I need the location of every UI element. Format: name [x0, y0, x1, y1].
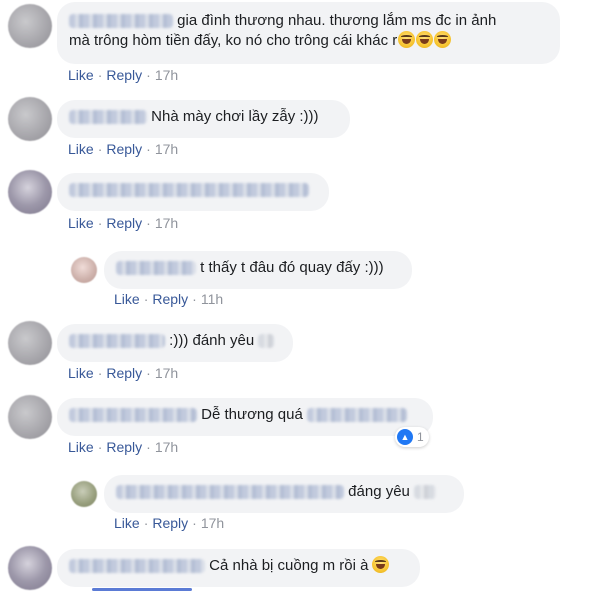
- comment-actions: Like · Reply · 17h: [68, 439, 179, 455]
- reply-bubble: đáng yêu: [104, 475, 464, 513]
- reply-link[interactable]: Reply: [152, 515, 188, 531]
- avatar[interactable]: [8, 395, 52, 439]
- reply-text: t thấy t đâu đó quay đấy :))): [200, 259, 384, 276]
- reply-link[interactable]: Reply: [152, 291, 188, 307]
- reaction-count: 1: [417, 430, 424, 444]
- comment-bubble: Dễ thương quá: [57, 398, 433, 436]
- avatar[interactable]: [71, 481, 97, 507]
- laughing-emoji-icon: [416, 31, 434, 48]
- like-link[interactable]: Like: [68, 215, 94, 231]
- comment-text: Cả nhà bị cuồng m rồi à: [209, 557, 369, 574]
- comment-text-line2: mà trông hòm tiền đấy, ko nó cho trông c…: [69, 32, 398, 49]
- reply-link[interactable]: Reply: [106, 67, 142, 83]
- reply-bubble: t thấy t đâu đó quay đấy :))): [104, 251, 412, 289]
- reply-link[interactable]: Reply: [106, 215, 142, 231]
- reply-link[interactable]: Reply: [106, 439, 142, 455]
- comment-actions: Like · Reply · 17h: [68, 215, 179, 231]
- comment-time[interactable]: 17h: [155, 141, 178, 157]
- blurred-author-name[interactable]: [69, 14, 173, 29]
- comment-bubble: [57, 173, 329, 211]
- avatar[interactable]: [8, 170, 52, 214]
- like-link[interactable]: Like: [114, 291, 140, 307]
- avatar[interactable]: [8, 97, 52, 141]
- comment-text: :))) đánh yêu: [169, 332, 255, 349]
- reply-link[interactable]: Reply: [106, 141, 142, 157]
- laughing-emoji-icon: [372, 556, 390, 573]
- comment-actions: Like · Reply · 17h: [68, 67, 179, 83]
- blurred-author-name[interactable]: [69, 334, 165, 349]
- reply-actions: Like · Reply · 11h: [114, 291, 224, 307]
- avatar[interactable]: [8, 321, 52, 365]
- laughing-emoji-icon: [434, 31, 452, 48]
- comment-text-line1: gia đình thương nhau. thương lắm ms đc i…: [177, 12, 497, 29]
- blurred-author-name[interactable]: [69, 559, 205, 574]
- reaction-count-badge[interactable]: ▲ 1: [395, 427, 429, 447]
- blurred-tagged-name[interactable]: [306, 408, 407, 423]
- comment-time[interactable]: 17h: [155, 365, 178, 381]
- like-link[interactable]: Like: [114, 515, 140, 531]
- like-link[interactable]: Like: [68, 141, 94, 157]
- comment-actions: Like · Reply · 17h: [68, 365, 179, 381]
- comment-bubble: :))) đánh yêu: [57, 324, 293, 362]
- comment-time[interactable]: 17h: [155, 439, 178, 455]
- comment-time[interactable]: 17h: [155, 215, 178, 231]
- comment-bubble: gia đình thương nhau. thương lắm ms đc i…: [57, 2, 560, 64]
- reply-time[interactable]: 17h: [201, 515, 224, 531]
- like-reaction-icon: ▲: [397, 429, 413, 445]
- comment-time[interactable]: 17h: [155, 67, 178, 83]
- comment-actions: Like · Reply · 17h: [68, 141, 179, 157]
- reply-time[interactable]: 11h: [201, 291, 223, 307]
- laughing-emoji-icon: [398, 31, 416, 48]
- comment-text: Nhà mày chơi lầy zẫy :))): [151, 108, 319, 125]
- avatar[interactable]: [8, 4, 52, 48]
- blurred-text: [414, 485, 437, 500]
- blurred-comment-content[interactable]: [69, 183, 309, 198]
- like-link[interactable]: Like: [68, 365, 94, 381]
- reply-text: đáng yêu: [348, 483, 410, 500]
- blurred-author-name[interactable]: [116, 261, 196, 276]
- reply-link[interactable]: Reply: [106, 365, 142, 381]
- like-link[interactable]: Like: [68, 67, 94, 83]
- avatar[interactable]: [71, 257, 97, 283]
- comment-text: Dễ thương quá: [201, 406, 303, 423]
- reply-actions: Like · Reply · 17h: [114, 515, 225, 531]
- blurred-author-name[interactable]: [69, 408, 197, 423]
- blurred-text: [258, 334, 275, 349]
- comment-bubble: Nhà mày chơi lầy zẫy :))): [57, 100, 350, 138]
- avatar[interactable]: [8, 546, 52, 590]
- blurred-author-name[interactable]: [69, 110, 147, 125]
- like-link[interactable]: Like: [68, 439, 94, 455]
- comment-bubble: Cả nhà bị cuồng m rồi à: [57, 549, 420, 587]
- blurred-author-name[interactable]: [116, 485, 344, 500]
